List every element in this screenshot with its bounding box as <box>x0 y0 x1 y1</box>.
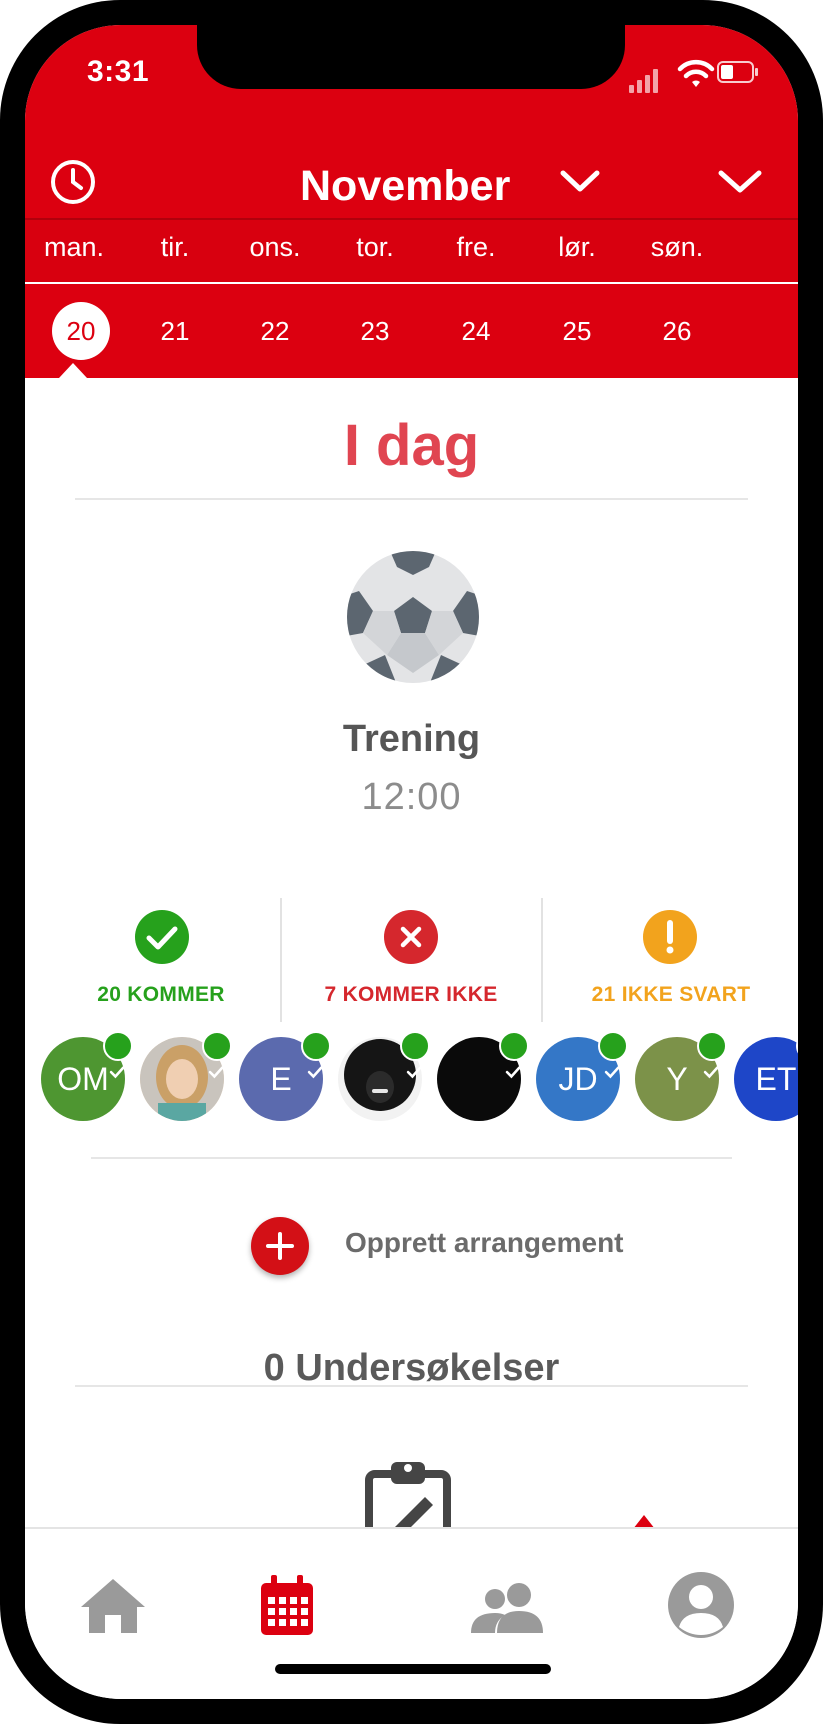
avatar-initials: ET <box>755 1061 797 1097</box>
notch <box>197 25 625 89</box>
exclamation-icon <box>643 910 697 964</box>
red-marker-icon <box>633 1515 655 1529</box>
home-indicator <box>275 1664 551 1674</box>
create-event-label[interactable]: Opprett arrangement <box>345 1227 624 1259</box>
signal-icon <box>629 67 663 93</box>
coming-summary[interactable]: 20 KOMMER <box>65 883 257 1027</box>
check-icon <box>135 910 189 964</box>
month-bar: November <box>25 125 798 225</box>
event-time: 12:00 <box>361 776 462 818</box>
profile-icon[interactable] <box>665 1569 737 1641</box>
check-badge-icon <box>697 1031 727 1079</box>
divider <box>75 1385 748 1387</box>
separator <box>280 898 282 1022</box>
avatar[interactable]: E <box>239 1031 331 1121</box>
battery-icon <box>717 61 758 83</box>
coming-label: 20 KOMMER <box>97 983 225 1006</box>
home-icon[interactable] <box>77 1569 149 1641</box>
check-badge-icon <box>301 1031 331 1079</box>
date-selected[interactable]: 20 <box>52 302 110 360</box>
selected-date-caret <box>59 363 87 378</box>
avatar[interactable]: OM <box>41 1031 133 1121</box>
date-item[interactable]: 24 <box>447 302 505 360</box>
avatar-initials: JD <box>558 1061 598 1097</box>
date-item[interactable]: 21 <box>146 302 204 360</box>
wifi-icon <box>677 59 715 87</box>
screen: 3:31 November man. tir. ons. tor. fre. l… <box>25 25 798 1699</box>
date-item[interactable]: 22 <box>246 302 304 360</box>
no-reply-summary[interactable]: 21 IKKE SVART <box>543 883 798 1027</box>
avatar-initials: E <box>270 1061 292 1097</box>
weekday-label: fre. <box>456 232 496 262</box>
check-badge-icon <box>796 1031 798 1061</box>
day-title: I dag <box>343 413 480 478</box>
weekday-label: tor. <box>356 232 394 262</box>
event-title[interactable]: Trening <box>25 718 798 761</box>
divider <box>75 498 748 500</box>
avatar[interactable]: Y <box>635 1031 727 1121</box>
date-item[interactable]: 25 <box>548 302 606 360</box>
date-item[interactable]: 26 <box>648 302 706 360</box>
weekday-label: lør. <box>558 232 596 262</box>
weekday-label: søn. <box>650 232 704 262</box>
weekday-label: ons. <box>249 232 301 262</box>
x-icon <box>384 910 438 964</box>
weekday-row: man. tir. ons. tor. fre. lør. søn. <box>25 218 798 284</box>
date-row: 20 21 22 23 24 25 26 <box>25 282 798 378</box>
divider <box>91 1157 732 1159</box>
avatar[interactable]: JD <box>536 1031 628 1121</box>
avatar[interactable] <box>437 1031 529 1121</box>
calendar-icon[interactable] <box>251 1569 323 1641</box>
check-badge-icon <box>499 1031 529 1079</box>
chevron-down-icon[interactable] <box>559 165 601 197</box>
group-icon[interactable] <box>467 1569 549 1641</box>
not-coming-summary[interactable]: 7 KOMMER IKKE <box>283 883 539 1027</box>
soccer-ball-icon <box>347 551 479 683</box>
month-title[interactable]: November <box>300 162 510 211</box>
avatar-initials: Y <box>666 1061 688 1097</box>
survey-count: 0 Undersøkelser <box>263 1347 560 1389</box>
avatar[interactable]: ET <box>734 1031 798 1121</box>
check-badge-icon <box>202 1031 232 1079</box>
phone-frame: 3:31 November man. tir. ons. tor. fre. l… <box>0 0 823 1724</box>
avatar-photo[interactable] <box>140 1031 232 1121</box>
expand-calendar-chevron-icon[interactable] <box>717 165 763 197</box>
add-event-button[interactable] <box>251 1217 309 1275</box>
plus-icon <box>266 1232 294 1260</box>
check-badge-icon <box>598 1031 628 1079</box>
no-reply-label: 21 IKKE SVART <box>591 983 751 1006</box>
weekday-label: tir. <box>160 232 190 262</box>
check-badge-icon <box>400 1031 430 1079</box>
check-badge-icon <box>103 1031 133 1079</box>
avatar-initials: OM <box>57 1061 109 1097</box>
clock-icon[interactable] <box>49 158 97 206</box>
weekday-label: man. <box>43 232 105 262</box>
avatar-photo[interactable] <box>338 1031 430 1121</box>
status-time: 3:31 <box>87 55 150 88</box>
not-coming-label: 7 KOMMER IKKE <box>324 983 498 1006</box>
date-item[interactable]: 23 <box>346 302 404 360</box>
